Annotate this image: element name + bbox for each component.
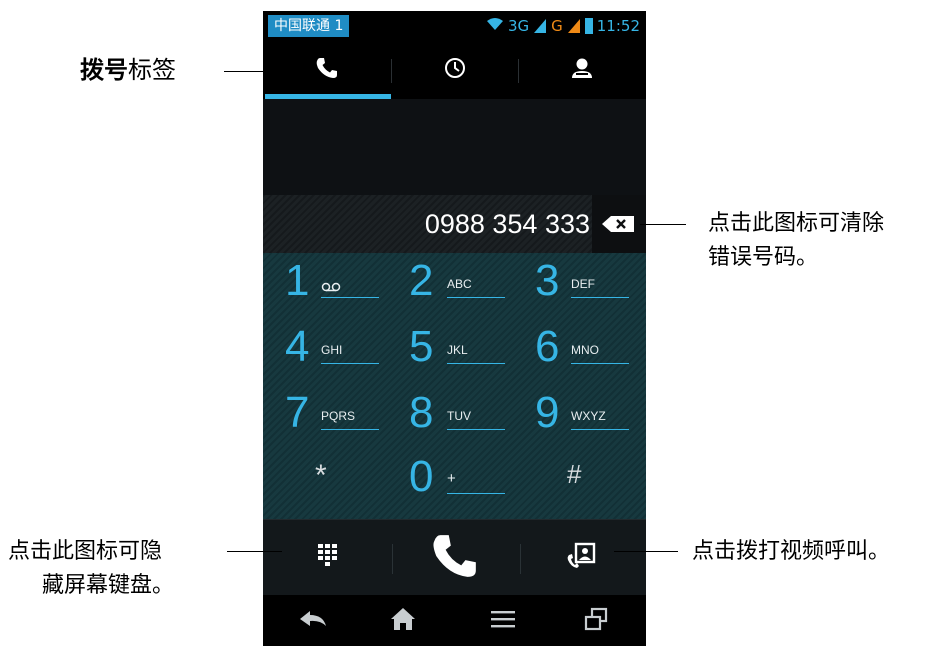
clock-icon (443, 56, 467, 84)
key-2[interactable]: 2 ABC (409, 253, 509, 313)
key-underline (571, 429, 629, 430)
call-button[interactable] (413, 520, 497, 596)
dialer-tabs (263, 41, 646, 99)
recent-apps-icon (584, 607, 608, 635)
key-underline (321, 429, 379, 430)
key-letters: WXYZ (571, 409, 606, 423)
key-digit: 3 (535, 256, 560, 305)
number-display: 0988 354 333 (263, 195, 646, 253)
key-underline (571, 297, 629, 298)
key-digit: 1 (285, 256, 310, 305)
network-type-label: 3G (507, 17, 530, 35)
signal-bars-icon (533, 18, 547, 34)
key-underline (571, 363, 629, 364)
back-arrow-icon (299, 610, 327, 632)
empty-area (263, 99, 646, 195)
key-6[interactable]: 6 MNO (535, 319, 635, 379)
key-7[interactable]: 7 PQRS (285, 385, 385, 445)
key-letters: + (447, 470, 456, 487)
key-digit: 6 (535, 322, 560, 371)
key-underline (321, 363, 379, 364)
hide-keypad-button[interactable] (293, 520, 363, 596)
navigation-bar (263, 595, 646, 646)
annotation-delete-line1: 点击此图标可清除 (708, 211, 885, 236)
phone-icon (315, 56, 339, 84)
key-3[interactable]: 3 DEF (535, 253, 635, 313)
key-underline (447, 429, 505, 430)
menu-button[interactable] (468, 595, 538, 646)
key-letters: PQRS (321, 409, 356, 423)
recent-apps-button[interactable] (561, 595, 631, 646)
key-digit: 9 (535, 388, 560, 437)
signal-bars2-icon (567, 18, 581, 34)
leader-line (614, 551, 678, 552)
key-letters: GHI (321, 343, 343, 357)
key-1[interactable]: 1 (285, 253, 385, 313)
battery-icon (584, 18, 593, 34)
leader-line (227, 551, 282, 552)
wifi-icon (486, 17, 504, 35)
home-button[interactable] (368, 595, 438, 646)
key-digit: 8 (409, 388, 434, 437)
back-button[interactable] (278, 595, 348, 646)
key-8[interactable]: 8 TUV (409, 385, 509, 445)
status-icons: 3G G 11:52 (486, 15, 640, 37)
leader-line (224, 71, 268, 72)
key-digit: * (315, 459, 327, 492)
key-underline (447, 363, 505, 364)
dialer-action-bar (263, 519, 646, 596)
key-underline (447, 297, 505, 298)
network-type2-label: G (551, 17, 563, 35)
key-5[interactable]: 5 JKL (409, 319, 509, 379)
key-digit: 2 (409, 256, 434, 305)
clock-time: 11:52 (596, 17, 640, 35)
key-4[interactable]: 4 GHI (285, 319, 385, 379)
action-separator (392, 544, 393, 574)
keypad-icon (317, 543, 339, 573)
phone-screen: 中国联通 1 3G G 11:52 0988 354 333 1 2 ABC 3… (263, 11, 646, 646)
key-letters: JKL (447, 343, 468, 357)
key-letters: DEF (571, 277, 595, 291)
tab-dialer[interactable] (263, 41, 391, 99)
video-call-button[interactable] (546, 520, 616, 596)
video-call-icon (566, 542, 596, 574)
key-hash[interactable]: # (567, 449, 607, 509)
person-icon (570, 56, 594, 84)
annotation-dial-tab: 拨号标签 (80, 55, 176, 85)
action-separator (520, 544, 521, 574)
key-letters: ABC (447, 277, 472, 291)
key-digit: 7 (285, 388, 310, 437)
key-digit: 0 (409, 452, 434, 501)
dialed-number: 0988 354 333 (424, 209, 590, 239)
key-underline (321, 297, 379, 298)
carrier-label: 中国联通 1 (268, 15, 350, 37)
menu-icon (490, 609, 516, 633)
annotation-keypad-line1: 点击此图标可隐 (8, 539, 163, 564)
phone-call-icon (430, 531, 480, 585)
voicemail-icon (321, 277, 341, 296)
annotation-video-call: 点击拨打视频呼叫。 (692, 539, 891, 564)
annotation-dial-tab-bold: 拨号 (80, 56, 128, 84)
tab-call-log[interactable] (390, 41, 519, 99)
key-0[interactable]: 0 + (409, 449, 509, 509)
status-bar: 中国联通 1 3G G 11:52 (263, 11, 646, 41)
annotation-keypad-line2: 藏屏幕键盘。 (42, 573, 175, 598)
home-icon (390, 607, 416, 635)
keypad: 1 2 ABC 3 DEF 4 GHI 5 JKL 6 MNO 7 PQRS 8… (263, 253, 646, 519)
key-9[interactable]: 9 WXYZ (535, 385, 635, 445)
key-digit: 5 (409, 322, 434, 371)
tab-contacts[interactable] (518, 41, 646, 99)
annotation-dial-tab-rest: 标签 (128, 56, 176, 84)
backspace-icon (602, 216, 634, 232)
delete-button[interactable] (592, 195, 646, 253)
key-digit: 4 (285, 322, 310, 371)
leader-line (640, 224, 686, 225)
key-star[interactable]: * (315, 449, 355, 509)
key-digit: # (567, 459, 582, 489)
key-letters: TUV (447, 409, 471, 423)
annotation-delete-line2: 错误号码。 (708, 245, 819, 270)
key-letters: MNO (571, 343, 599, 357)
key-underline (447, 493, 505, 494)
